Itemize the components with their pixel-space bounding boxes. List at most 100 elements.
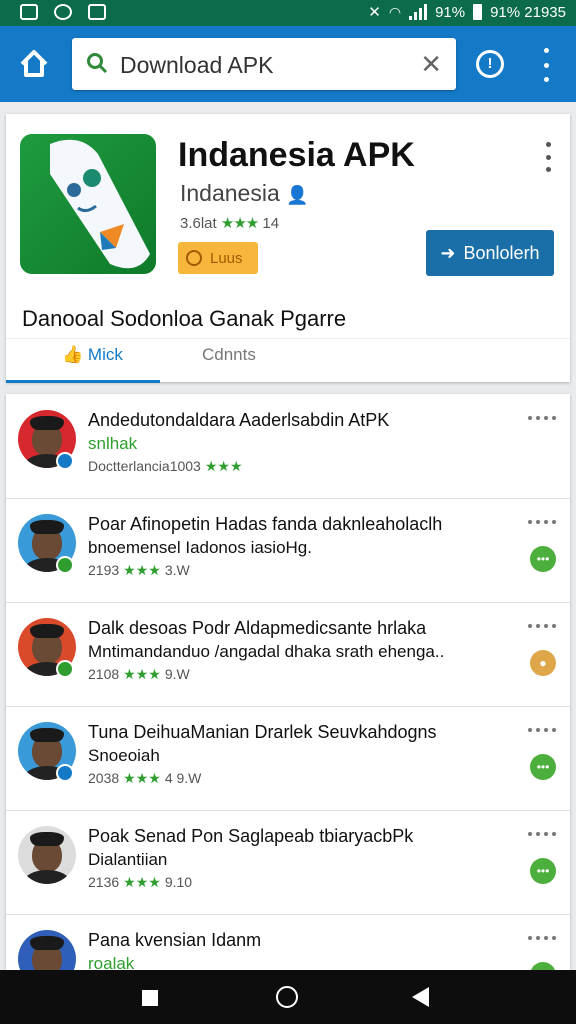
status-badge[interactable]: Luus [178, 242, 258, 274]
rating-suffix: 14 [262, 215, 280, 232]
review-title: Poak Senad Pon Saglapeab tbiaryacbPk [88, 826, 414, 846]
verified-badge-icon [56, 764, 74, 782]
review-menu-button[interactable] [528, 520, 556, 524]
review-rating-count: 2038 [88, 770, 120, 786]
star-rating-icon: ★★★ [123, 562, 161, 578]
review-meta-text: Doctterlancia [88, 458, 170, 474]
review-meta: 2136 ★★★ 9.10 [88, 874, 192, 891]
verified-badge-icon [56, 452, 74, 470]
app-description: Danooal Sodonloa Ganak Pgarre [22, 306, 347, 331]
battery-icon [473, 4, 483, 20]
review-meta: 2108 ★★★ 9.W [88, 666, 190, 683]
review-subtitle: Mntimandanduo /angadal dhaka srath eheng… [88, 642, 445, 661]
app-menu-button[interactable] [544, 142, 552, 172]
home-icon [20, 50, 48, 77]
app-subtitle: Indanesia 👤 [180, 180, 309, 207]
avatar[interactable] [18, 826, 76, 884]
chat-icon[interactable]: ••• [530, 546, 556, 572]
review-rating-count: 2136 [88, 874, 120, 890]
review-meta: Doctterlancia1003 ★★★ [88, 458, 247, 475]
system-nav-bar [0, 970, 576, 1024]
star-rating-icon: ★★★ [220, 215, 259, 232]
list-item[interactable]: Andedutondaldara Aaderlsabdin AtPK snlhak… [6, 394, 570, 499]
signal-icon [409, 4, 428, 20]
tab-bar: 👍 Mick Cdnnts [6, 338, 570, 383]
review-title: Poar Afinopetin Hadas fanda daknleaholac… [88, 514, 443, 534]
badge-label: Luus [210, 249, 243, 267]
app-bar: ✕ ! [0, 26, 576, 102]
review-rating-count: 2108 [88, 666, 120, 682]
status-time: 91% 21935 [490, 3, 566, 21]
review-menu-button[interactable] [528, 728, 556, 732]
image-notification-icon [88, 4, 106, 20]
app-card: Indanesia APK Indanesia 👤 3.6lat ★★★ 14 … [6, 114, 570, 383]
back-icon[interactable] [412, 987, 429, 1007]
info-button[interactable]: ! [476, 50, 504, 78]
search-icon [87, 53, 108, 74]
chat-icon[interactable]: ••• [530, 962, 556, 970]
mute-icon: ✕ [368, 4, 381, 21]
review-extra: 9.10 [164, 874, 193, 890]
notification-icon [20, 4, 38, 20]
home-circle-icon[interactable] [276, 986, 298, 1008]
review-extra: 4 9.W [164, 770, 202, 786]
app-logo-graphic [50, 139, 150, 269]
clock-notification-icon [54, 4, 72, 20]
star-rating-icon: ★★★ [123, 770, 161, 786]
review-meta: 2038 ★★★ 4 9.W [88, 770, 201, 787]
battery-percent: 91% [435, 3, 466, 21]
review-menu-button[interactable] [528, 624, 556, 628]
pin-icon[interactable]: ● [530, 650, 556, 676]
review-rating-count: 1003 [169, 458, 201, 474]
review-subtitle: Snoeoiah [88, 746, 160, 765]
app-rating: 3.6lat ★★★ 14 [180, 214, 279, 232]
recents-icon[interactable] [142, 990, 158, 1006]
person-emoji-icon: 👤 [286, 185, 309, 205]
rating-prefix: 3.6lat [180, 215, 217, 232]
list-item[interactable]: Dalk desoas Podr Aldapmedicsante hrlaka M… [6, 602, 570, 707]
dot [543, 77, 549, 82]
app-icon[interactable] [20, 134, 156, 274]
install-button[interactable]: ➜ Bonlolerh [426, 230, 554, 276]
review-title: Dalk desoas Podr Aldapmedicsante hrlaka [88, 618, 427, 638]
tab-like-label: Mick [87, 345, 123, 364]
download-icon: ➜ [440, 242, 456, 263]
review-subtitle: snlhak [88, 434, 138, 453]
chat-icon[interactable]: ••• [530, 858, 556, 884]
review-subtitle: roalak [88, 954, 135, 970]
app-title: Indanesia APK [178, 136, 415, 174]
chat-icon[interactable]: ••• [530, 754, 556, 780]
review-menu-button[interactable] [528, 416, 556, 420]
review-title: Andedutondaldara Aaderlsabdin AtPK [88, 410, 390, 430]
list-item[interactable]: Poak Senad Pon Saglapeab tbiaryacbPk Dial… [6, 810, 570, 915]
search-box[interactable]: ✕ [72, 38, 456, 90]
review-menu-button[interactable] [528, 832, 556, 836]
tab-indicator [6, 380, 160, 383]
review-rating-count: 2193 [88, 562, 120, 578]
badge-icon [186, 250, 202, 266]
star-rating-icon: ★★★ [204, 458, 243, 474]
thumbs-up-icon: 👍 [62, 345, 84, 364]
close-icon[interactable]: ✕ [420, 51, 442, 77]
search-input[interactable] [118, 46, 412, 84]
tab-comments-label: Cdnnts [202, 345, 256, 364]
dot [543, 62, 549, 68]
tab-comments[interactable]: Cdnnts [202, 345, 256, 365]
review-extra: 9.W [164, 666, 190, 682]
review-list: Andedutondaldara Aaderlsabdin AtPK snlhak… [6, 394, 570, 970]
home-button[interactable] [14, 44, 54, 84]
overflow-menu-button[interactable] [538, 48, 554, 82]
wifi-icon: ◠ [388, 3, 402, 20]
list-item[interactable]: Pana kvensian IdanmroalakCeoceoriontoay•… [6, 914, 570, 970]
avatar[interactable] [18, 930, 76, 970]
tab-like[interactable]: 👍 Mick [62, 345, 123, 365]
review-meta: 2193 ★★★ 3.W [88, 562, 190, 579]
verified-badge-icon [56, 556, 74, 574]
list-item[interactable]: Tuna DeihuaManian Drarlek Seuvkahdogns Sn… [6, 706, 570, 811]
info-icon: ! [487, 55, 493, 72]
review-subtitle: bnoemensel Iadonos iasioHg. [88, 538, 312, 557]
review-subtitle: Dialantiian [88, 850, 168, 869]
list-item[interactable]: Poar Afinopetin Hadas fanda daknleaholac… [6, 498, 570, 603]
install-label: Bonlolerh [463, 242, 540, 263]
review-menu-button[interactable] [528, 936, 556, 940]
